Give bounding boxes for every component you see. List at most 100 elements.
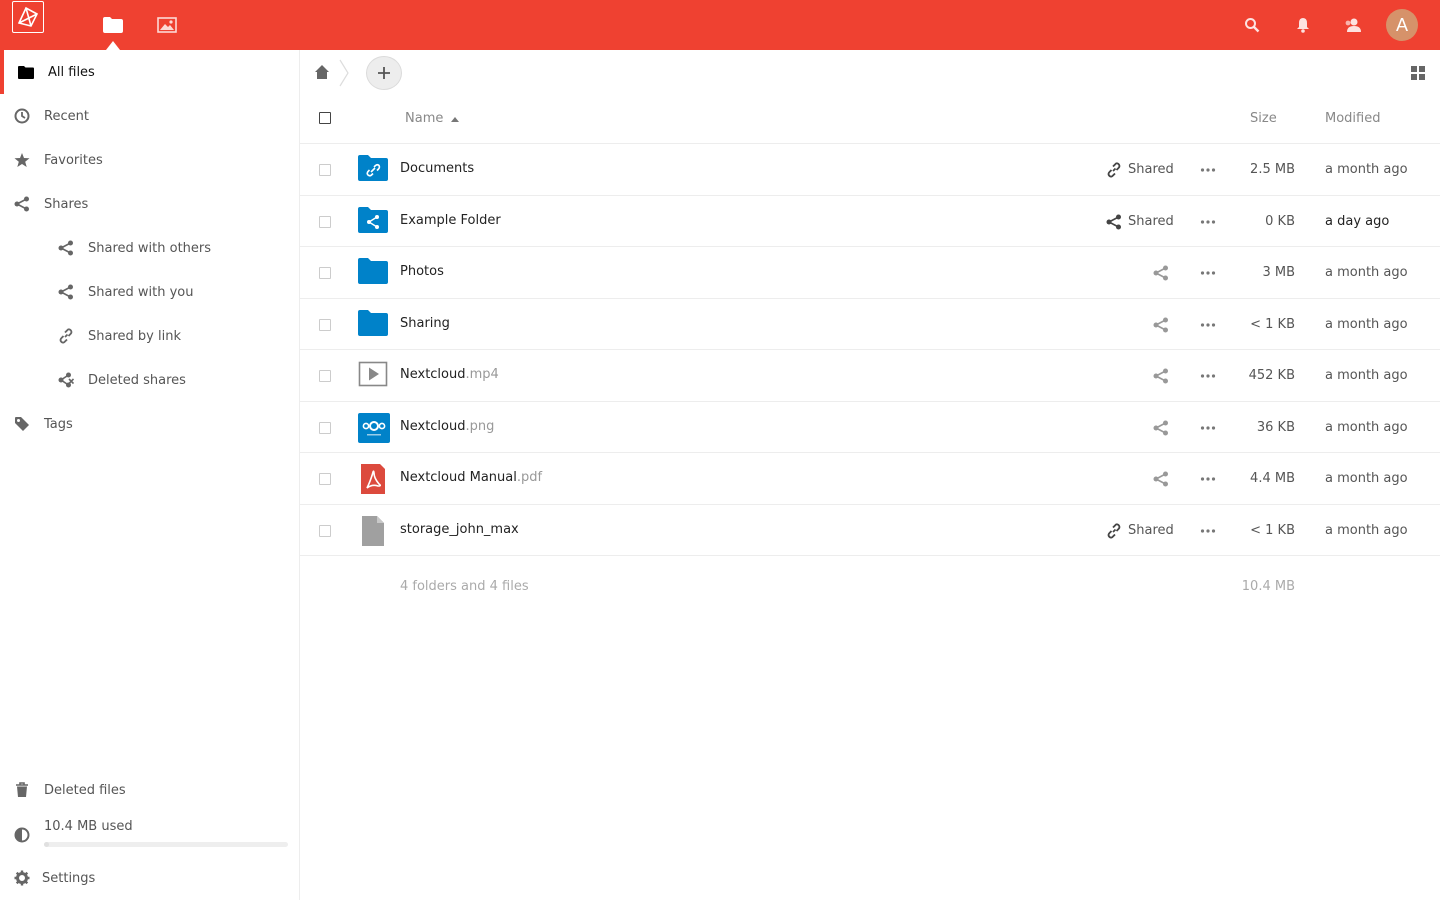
- link-icon[interactable]: [1106, 162, 1122, 178]
- file-modified: a month ago: [1325, 316, 1408, 332]
- sidebar-quota: 10.4 MB used: [0, 811, 299, 855]
- file-name[interactable]: storage_john_max: [400, 522, 519, 537]
- share-icon[interactable]: [1153, 265, 1169, 281]
- sidebar-item-tags[interactable]: Tags: [0, 402, 299, 446]
- file-row[interactable]: Nextcloud.png 36 KB a month ago: [300, 402, 1440, 453]
- more-actions-icon[interactable]: [1200, 523, 1216, 539]
- sidebar-item-shared-with-others[interactable]: Shared with others: [0, 226, 299, 270]
- file-size: 4.4 MB: [1250, 471, 1295, 486]
- file-name[interactable]: Photos: [400, 264, 444, 279]
- sidebar-item-deleted-files[interactable]: Deleted files: [0, 768, 299, 812]
- gear-icon: [14, 870, 30, 886]
- sidebar-item-recent[interactable]: Recent: [0, 94, 299, 138]
- row-checkbox[interactable]: [319, 267, 331, 279]
- row-checkbox[interactable]: [319, 164, 331, 176]
- sidebar-item-deleted-shares[interactable]: Deleted shares: [0, 358, 299, 402]
- shared-label[interactable]: Shared: [1128, 214, 1174, 229]
- search-icon[interactable]: [1240, 13, 1264, 37]
- sidebar-item-favorites[interactable]: Favorites: [0, 138, 299, 182]
- row-checkbox[interactable]: [319, 318, 331, 331]
- sidebar-item-label: Deleted shares: [88, 372, 186, 388]
- sidebar-item-shares[interactable]: Shares: [0, 182, 299, 226]
- quota-pie-icon: [14, 827, 30, 843]
- file-row[interactable]: Nextcloud Manual.pdf 4.4 MB a month ago: [300, 453, 1440, 505]
- file-name[interactable]: Sharing: [400, 316, 450, 331]
- file-size: 36 KB: [1256, 419, 1295, 435]
- file-icon: [358, 515, 390, 546]
- file-modified: a month ago: [1325, 368, 1408, 383]
- sidebar-item-label: Shares: [44, 196, 89, 212]
- more-actions-icon[interactable]: [1200, 317, 1216, 333]
- file-name[interactable]: Documents: [400, 161, 474, 176]
- row-checkbox[interactable]: [319, 524, 331, 537]
- folder-shared-icon: [358, 206, 390, 237]
- summary-text: 4 folders and 4 files: [400, 579, 529, 594]
- file-row[interactable]: Photos 3 MB a month ago: [300, 247, 1440, 299]
- sidebar-item-shared-by-link[interactable]: Shared by link: [0, 314, 299, 358]
- select-all-checkbox[interactable]: [319, 112, 331, 124]
- row-checkbox[interactable]: [319, 215, 331, 228]
- file-name[interactable]: Example Folder: [400, 213, 501, 228]
- file-list-header: Name Size Modified: [300, 94, 1440, 144]
- more-actions-icon[interactable]: [1200, 265, 1216, 281]
- row-checkbox[interactable]: [319, 370, 331, 382]
- sidebar: All files Recent Favorites Shares Shared…: [0, 50, 300, 900]
- file-row[interactable]: Sharing < 1 KB a month ago: [300, 299, 1440, 350]
- share-icon: [14, 196, 30, 212]
- column-header-modified[interactable]: Modified: [1325, 111, 1380, 126]
- file-name[interactable]: Nextcloud.png: [400, 419, 494, 434]
- more-actions-icon[interactable]: [1200, 471, 1216, 487]
- column-header-name[interactable]: Name: [405, 111, 443, 126]
- share-icon[interactable]: [1153, 368, 1169, 384]
- share-icon[interactable]: [1153, 317, 1169, 333]
- sidebar-item-label: Tags: [44, 416, 73, 432]
- more-actions-icon[interactable]: [1200, 368, 1216, 384]
- file-size: 3 MB: [1262, 265, 1295, 280]
- share-icon: [58, 240, 74, 256]
- user-avatar[interactable]: A: [1386, 9, 1418, 41]
- home-icon[interactable]: [314, 64, 330, 80]
- file-list: Name Size Modified Documents Shared 2.5 …: [300, 94, 1440, 616]
- link-icon: [58, 328, 74, 344]
- share-icon[interactable]: [1106, 214, 1122, 230]
- shared-label[interactable]: Shared: [1128, 523, 1174, 538]
- row-checkbox[interactable]: [319, 421, 331, 434]
- gallery-app-icon[interactable]: [155, 13, 179, 37]
- file-row[interactable]: Nextcloud.mp4 452 KB a month ago: [300, 350, 1440, 402]
- sidebar-item-label: Shared with you: [88, 284, 194, 300]
- files-app-icon[interactable]: [101, 13, 125, 37]
- sidebar-item-shared-with-you[interactable]: Shared with you: [0, 270, 299, 314]
- sidebar-item-settings[interactable]: Settings: [0, 856, 299, 900]
- file-size: 452 KB: [1248, 368, 1295, 383]
- more-actions-icon[interactable]: [1200, 420, 1216, 436]
- row-checkbox[interactable]: [319, 473, 331, 485]
- file-modified: a month ago: [1325, 162, 1408, 177]
- column-header-size[interactable]: Size: [1250, 111, 1277, 126]
- sidebar-item-label: Deleted files: [44, 782, 126, 798]
- sidebar-item-all-files[interactable]: All files: [0, 50, 299, 94]
- more-actions-icon[interactable]: [1200, 214, 1216, 230]
- file-name[interactable]: Nextcloud.mp4: [400, 367, 499, 382]
- sidebar-item-label: Settings: [42, 870, 96, 886]
- file-row[interactable]: storage_john_max Shared < 1 KB a month a…: [300, 505, 1440, 556]
- breadcrumb-separator-icon: [338, 59, 350, 87]
- share-icon[interactable]: [1153, 471, 1169, 487]
- file-row[interactable]: Example Folder Shared 0 KB a day ago: [300, 196, 1440, 247]
- bell-icon[interactable]: [1291, 13, 1315, 37]
- new-file-button[interactable]: [366, 56, 402, 90]
- more-actions-icon[interactable]: [1200, 162, 1216, 178]
- shared-label[interactable]: Shared: [1128, 162, 1174, 177]
- contacts-icon[interactable]: [1341, 13, 1365, 37]
- folder-icon: [358, 258, 390, 288]
- nextcloud-logo-icon[interactable]: [12, 1, 44, 33]
- link-icon[interactable]: [1106, 522, 1122, 539]
- grid-view-icon[interactable]: [1410, 65, 1426, 81]
- share-icon[interactable]: [1153, 420, 1169, 436]
- file-name[interactable]: Nextcloud Manual.pdf: [400, 470, 542, 485]
- file-size: < 1 KB: [1250, 522, 1295, 538]
- file-row[interactable]: Documents Shared 2.5 MB a month ago: [300, 144, 1440, 196]
- nextcloud-image-icon: [358, 412, 390, 443]
- file-size: 2.5 MB: [1250, 162, 1295, 177]
- folder-icon: [358, 309, 390, 340]
- sidebar-item-label: Shared with others: [88, 240, 212, 256]
